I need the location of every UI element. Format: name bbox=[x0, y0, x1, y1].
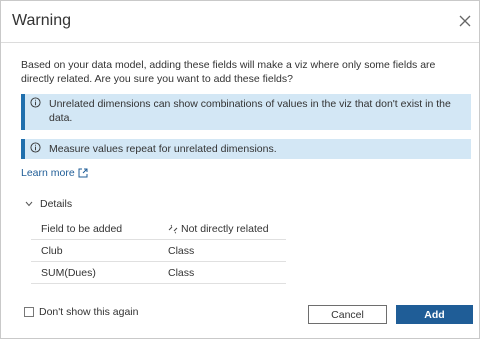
close-icon[interactable] bbox=[457, 13, 473, 29]
warning-dialog: Warning Based on your data model, adding… bbox=[0, 0, 480, 339]
column-header-relation: Not directly related bbox=[168, 223, 269, 235]
column-header-relation-label: Not directly related bbox=[181, 223, 269, 235]
info-message-unrelated-dimensions: Unrelated dimensions can show combinatio… bbox=[21, 94, 471, 130]
table-row: Club Class bbox=[31, 240, 286, 262]
info-icon bbox=[30, 97, 41, 108]
dont-show-again-label: Don't show this again bbox=[39, 306, 139, 318]
related-field: Class bbox=[168, 267, 195, 279]
related-field: Class bbox=[168, 245, 195, 257]
field-name: Club bbox=[41, 245, 63, 257]
details-toggle[interactable]: Details bbox=[25, 198, 72, 210]
table-row: SUM(Dues) Class bbox=[31, 262, 286, 284]
column-header-field: Field to be added bbox=[41, 223, 123, 235]
learn-more-link[interactable]: Learn more bbox=[21, 167, 88, 179]
chevron-down-icon bbox=[25, 201, 33, 207]
dialog-titlebar: Warning bbox=[1, 1, 479, 43]
fields-table: Field to be added Not directly related C… bbox=[31, 218, 286, 284]
info-message-text: Measure values repeat for unrelated dime… bbox=[49, 143, 277, 155]
info-message-measure-values: Measure values repeat for unrelated dime… bbox=[21, 139, 471, 159]
dont-show-again-checkbox[interactable] bbox=[24, 307, 34, 317]
table-header-row: Field to be added Not directly related bbox=[31, 218, 286, 240]
info-icon bbox=[30, 142, 41, 153]
intro-text: Based on your data model, adding these f… bbox=[21, 59, 436, 85]
unlink-icon bbox=[168, 224, 178, 234]
add-button[interactable]: Add bbox=[396, 305, 473, 324]
dont-show-again-option[interactable]: Don't show this again bbox=[24, 306, 138, 318]
cancel-button[interactable]: Cancel bbox=[308, 305, 387, 324]
dialog-title: Warning bbox=[12, 12, 71, 29]
details-label: Details bbox=[40, 198, 73, 210]
info-message-text: Unrelated dimensions can show combinatio… bbox=[49, 98, 451, 124]
external-link-icon bbox=[78, 168, 88, 178]
field-name: SUM(Dues) bbox=[41, 267, 96, 279]
learn-more-label: Learn more bbox=[21, 167, 75, 179]
